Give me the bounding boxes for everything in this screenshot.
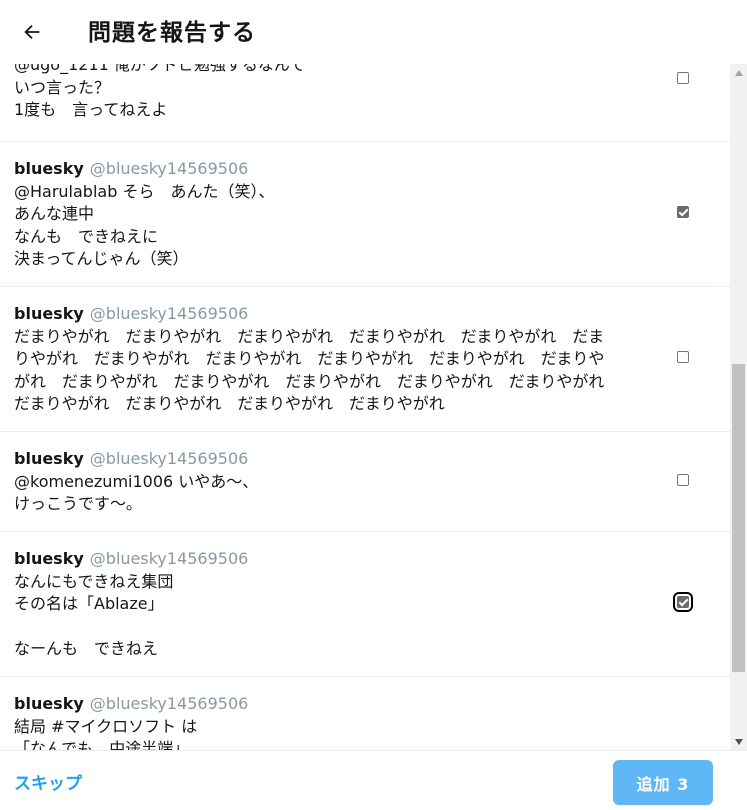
tweet-meta: bluesky @bluesky14569506 <box>14 303 664 326</box>
tweet-line: @Harulablab そら あんた（笑）、 <box>14 181 275 201</box>
tweet-line: いつ言った？ <box>14 77 111 97</box>
select-checkbox[interactable] <box>677 351 689 363</box>
tweet-line <box>14 616 664 639</box>
list-item[interactable]: @ugo_1211 俺がソドビ勉強するなんて いつ言った？ 1度も 言ってねえよ <box>0 64 730 142</box>
tweet-body: bluesky @bluesky14569506 なんにもできねえ集団 その名は「… <box>14 548 664 661</box>
tweet-line: @komenezumi1006 いやあ〜、 <box>14 471 259 491</box>
tweet-meta: bluesky @bluesky14569506 <box>14 448 664 471</box>
report-dialog: 問題を報告する @ugo_1211 俺がソドビ勉強するなんて いつ言った？ 1度… <box>0 0 747 810</box>
author-handle: @bluesky14569506 <box>89 304 249 323</box>
arrow-left-icon <box>24 24 40 40</box>
add-button[interactable]: 追加 3 <box>613 760 713 805</box>
tweet-meta: bluesky @bluesky14569506 <box>14 158 664 181</box>
select-checkbox[interactable] <box>677 474 689 486</box>
page-title: 問題を報告する <box>88 20 256 46</box>
tweet-meta: bluesky @bluesky14569506 <box>14 693 664 716</box>
author-name: bluesky <box>14 304 84 323</box>
tweet-line: りやがれ だまりやがれ だまりやがれ だまりやがれ だまりやがれ だまりや <box>14 349 605 369</box>
skip-button[interactable]: スキップ <box>14 769 82 794</box>
tweet-line: @ugo_1211 俺がソドビ勉強するなんて <box>14 64 306 74</box>
tweet-line: 「なんでも 中途半端」 <box>14 739 190 750</box>
list-item[interactable]: bluesky @bluesky14569506 だまりやがれ だまりやがれ だま… <box>0 287 730 432</box>
list-item[interactable]: bluesky @bluesky14569506 結局 #マイクロソフト は 「な… <box>0 677 730 750</box>
author-name: bluesky <box>14 549 84 568</box>
tweet-line: 決まってんじゃん（笑） <box>14 249 189 269</box>
scroll-thumb[interactable] <box>732 364 745 672</box>
select-checkbox[interactable] <box>677 206 689 218</box>
tweet-line: 結局 #マイクロソフト は <box>14 716 198 736</box>
dialog-footer: スキップ 追加 3 <box>0 750 747 810</box>
author-handle: @bluesky14569506 <box>89 549 249 568</box>
triangle-up-icon <box>734 69 743 76</box>
author-name: bluesky <box>14 159 84 178</box>
tweet-body: bluesky @bluesky14569506 @komenezumi1006 … <box>14 448 664 516</box>
tweet-line: がれ だまりやがれ だまりやがれ だまりやがれ だまりやがれ だまりやがれ <box>14 371 605 391</box>
scrollbar[interactable] <box>730 64 747 750</box>
tweet-line: なんも できねえに <box>14 226 159 246</box>
tweet-line: その名は「Ablaze」 <box>14 594 164 614</box>
tweet-line: だまりやがれ だまりやがれ だまりやがれ だまりやがれ <box>14 394 445 414</box>
tweet-body: bluesky @bluesky14569506 だまりやがれ だまりやがれ だま… <box>14 303 664 416</box>
tweet-list: @ugo_1211 俺がソドビ勉強するなんて いつ言った？ 1度も 言ってねえよ… <box>0 64 730 750</box>
tweet-line: なーんも できねえ <box>14 639 159 659</box>
author-handle: @bluesky14569506 <box>89 159 249 178</box>
tweet-body: bluesky @bluesky14569506 @Harulablab そら あ… <box>14 158 664 271</box>
author-handle: @bluesky14569506 <box>89 694 249 713</box>
dialog-header: 問題を報告する <box>0 0 747 64</box>
tweet-line: だまりやがれ だまりやがれ だまりやがれ だまりやがれ だまりやがれ だま <box>14 326 605 346</box>
scroll-down-arrow[interactable] <box>730 733 747 750</box>
tweet-body: @ugo_1211 俺がソドビ勉強するなんて いつ言った？ 1度も 言ってねえよ <box>14 64 664 122</box>
author-name: bluesky <box>14 694 84 713</box>
scroll-up-arrow[interactable] <box>730 64 747 81</box>
list-item[interactable]: bluesky @bluesky14569506 @Harulablab そら あ… <box>0 142 730 287</box>
select-checkbox[interactable] <box>677 72 689 84</box>
tweet-line: あんな連中 <box>14 204 95 224</box>
list-item[interactable]: bluesky @bluesky14569506 @komenezumi1006 … <box>0 432 730 532</box>
tweet-line: 1度も 言ってねえよ <box>14 100 168 120</box>
author-handle: @bluesky14569506 <box>89 449 249 468</box>
back-button[interactable] <box>14 14 50 50</box>
author-name: bluesky <box>14 449 84 468</box>
triangle-down-icon <box>734 738 743 745</box>
list-item[interactable]: bluesky @bluesky14569506 なんにもできねえ集団 その名は「… <box>0 532 730 677</box>
tweet-body: bluesky @bluesky14569506 結局 #マイクロソフト は 「な… <box>14 693 664 750</box>
tweet-line: なんにもできねえ集団 <box>14 571 174 591</box>
tweet-meta: bluesky @bluesky14569506 <box>14 548 664 571</box>
select-checkbox[interactable] <box>673 592 693 612</box>
tweet-line: けっこうです〜。 <box>14 494 143 514</box>
